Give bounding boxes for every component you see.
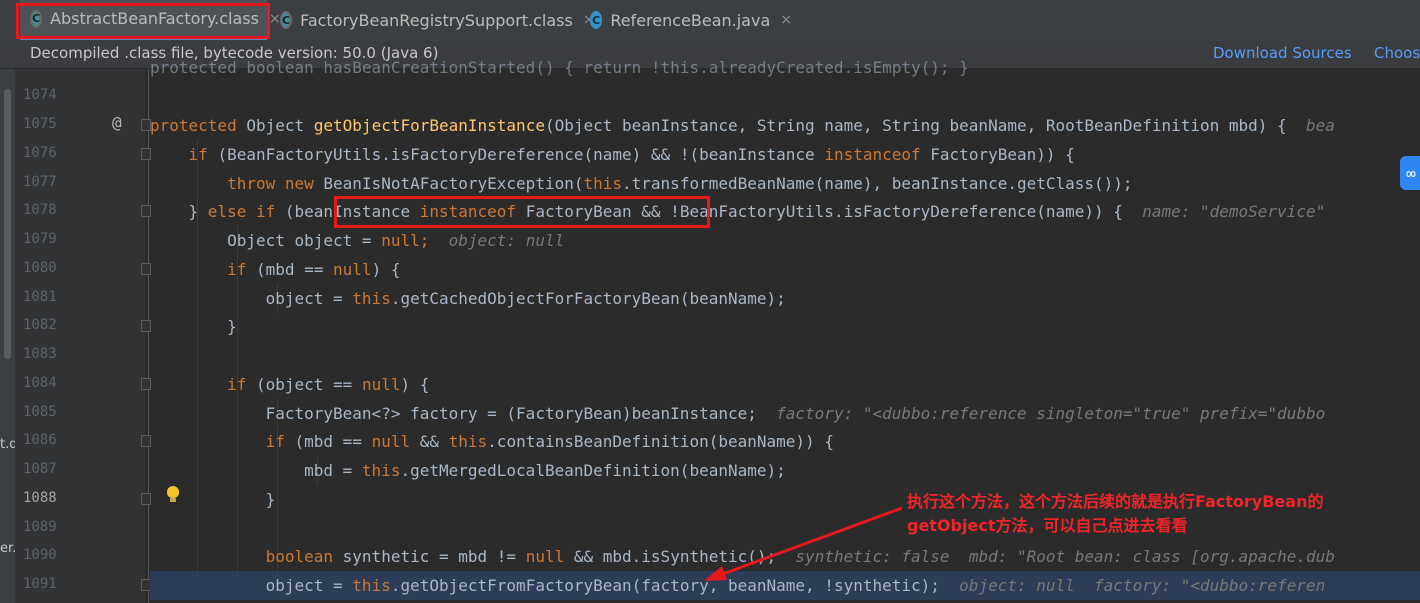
link-icon[interactable]: ∞ [1400, 156, 1420, 190]
annotation-arrow [704, 506, 903, 581]
